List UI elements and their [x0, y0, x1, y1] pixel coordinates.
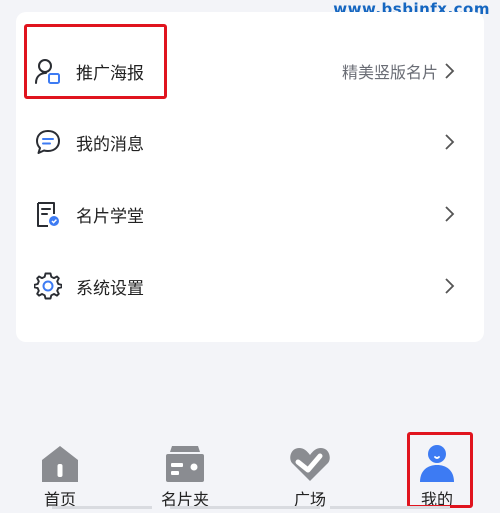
menu-item-label: 系统设置: [76, 278, 144, 299]
chevron-right-icon: [445, 278, 455, 294]
message-bubble-icon: [36, 130, 60, 154]
menu-item-label: 名片学堂: [76, 206, 144, 227]
bottom-edge-strip: [52, 506, 152, 509]
document-badge-icon: [37, 202, 59, 227]
highlight-box-promo-poster: [24, 24, 167, 99]
tab-home[interactable]: 首页: [15, 430, 105, 510]
chevron-right-icon: [445, 206, 455, 222]
chevron-right-icon: [445, 134, 455, 150]
bottom-edge-strip: [170, 506, 320, 509]
square-heart-icon: [290, 448, 330, 481]
highlight-box-mine-tab: [407, 432, 473, 508]
card-folder-icon: [166, 446, 204, 482]
tab-card-folder[interactable]: 名片夹: [140, 430, 230, 510]
bottom-edge-strip: [330, 506, 450, 509]
menu-item-hint: 精美竖版名片: [341, 63, 438, 82]
chevron-right-icon: [445, 63, 455, 79]
menu-item-label: 我的消息: [76, 134, 144, 155]
home-icon: [42, 446, 78, 482]
tab-square[interactable]: 广场: [265, 430, 355, 510]
menu-item-card-school[interactable]: 名片学堂: [16, 186, 484, 242]
gear-icon: [34, 272, 62, 300]
menu-item-system-settings[interactable]: 系统设置: [16, 258, 484, 314]
menu-item-my-messages[interactable]: 我的消息: [16, 114, 484, 170]
